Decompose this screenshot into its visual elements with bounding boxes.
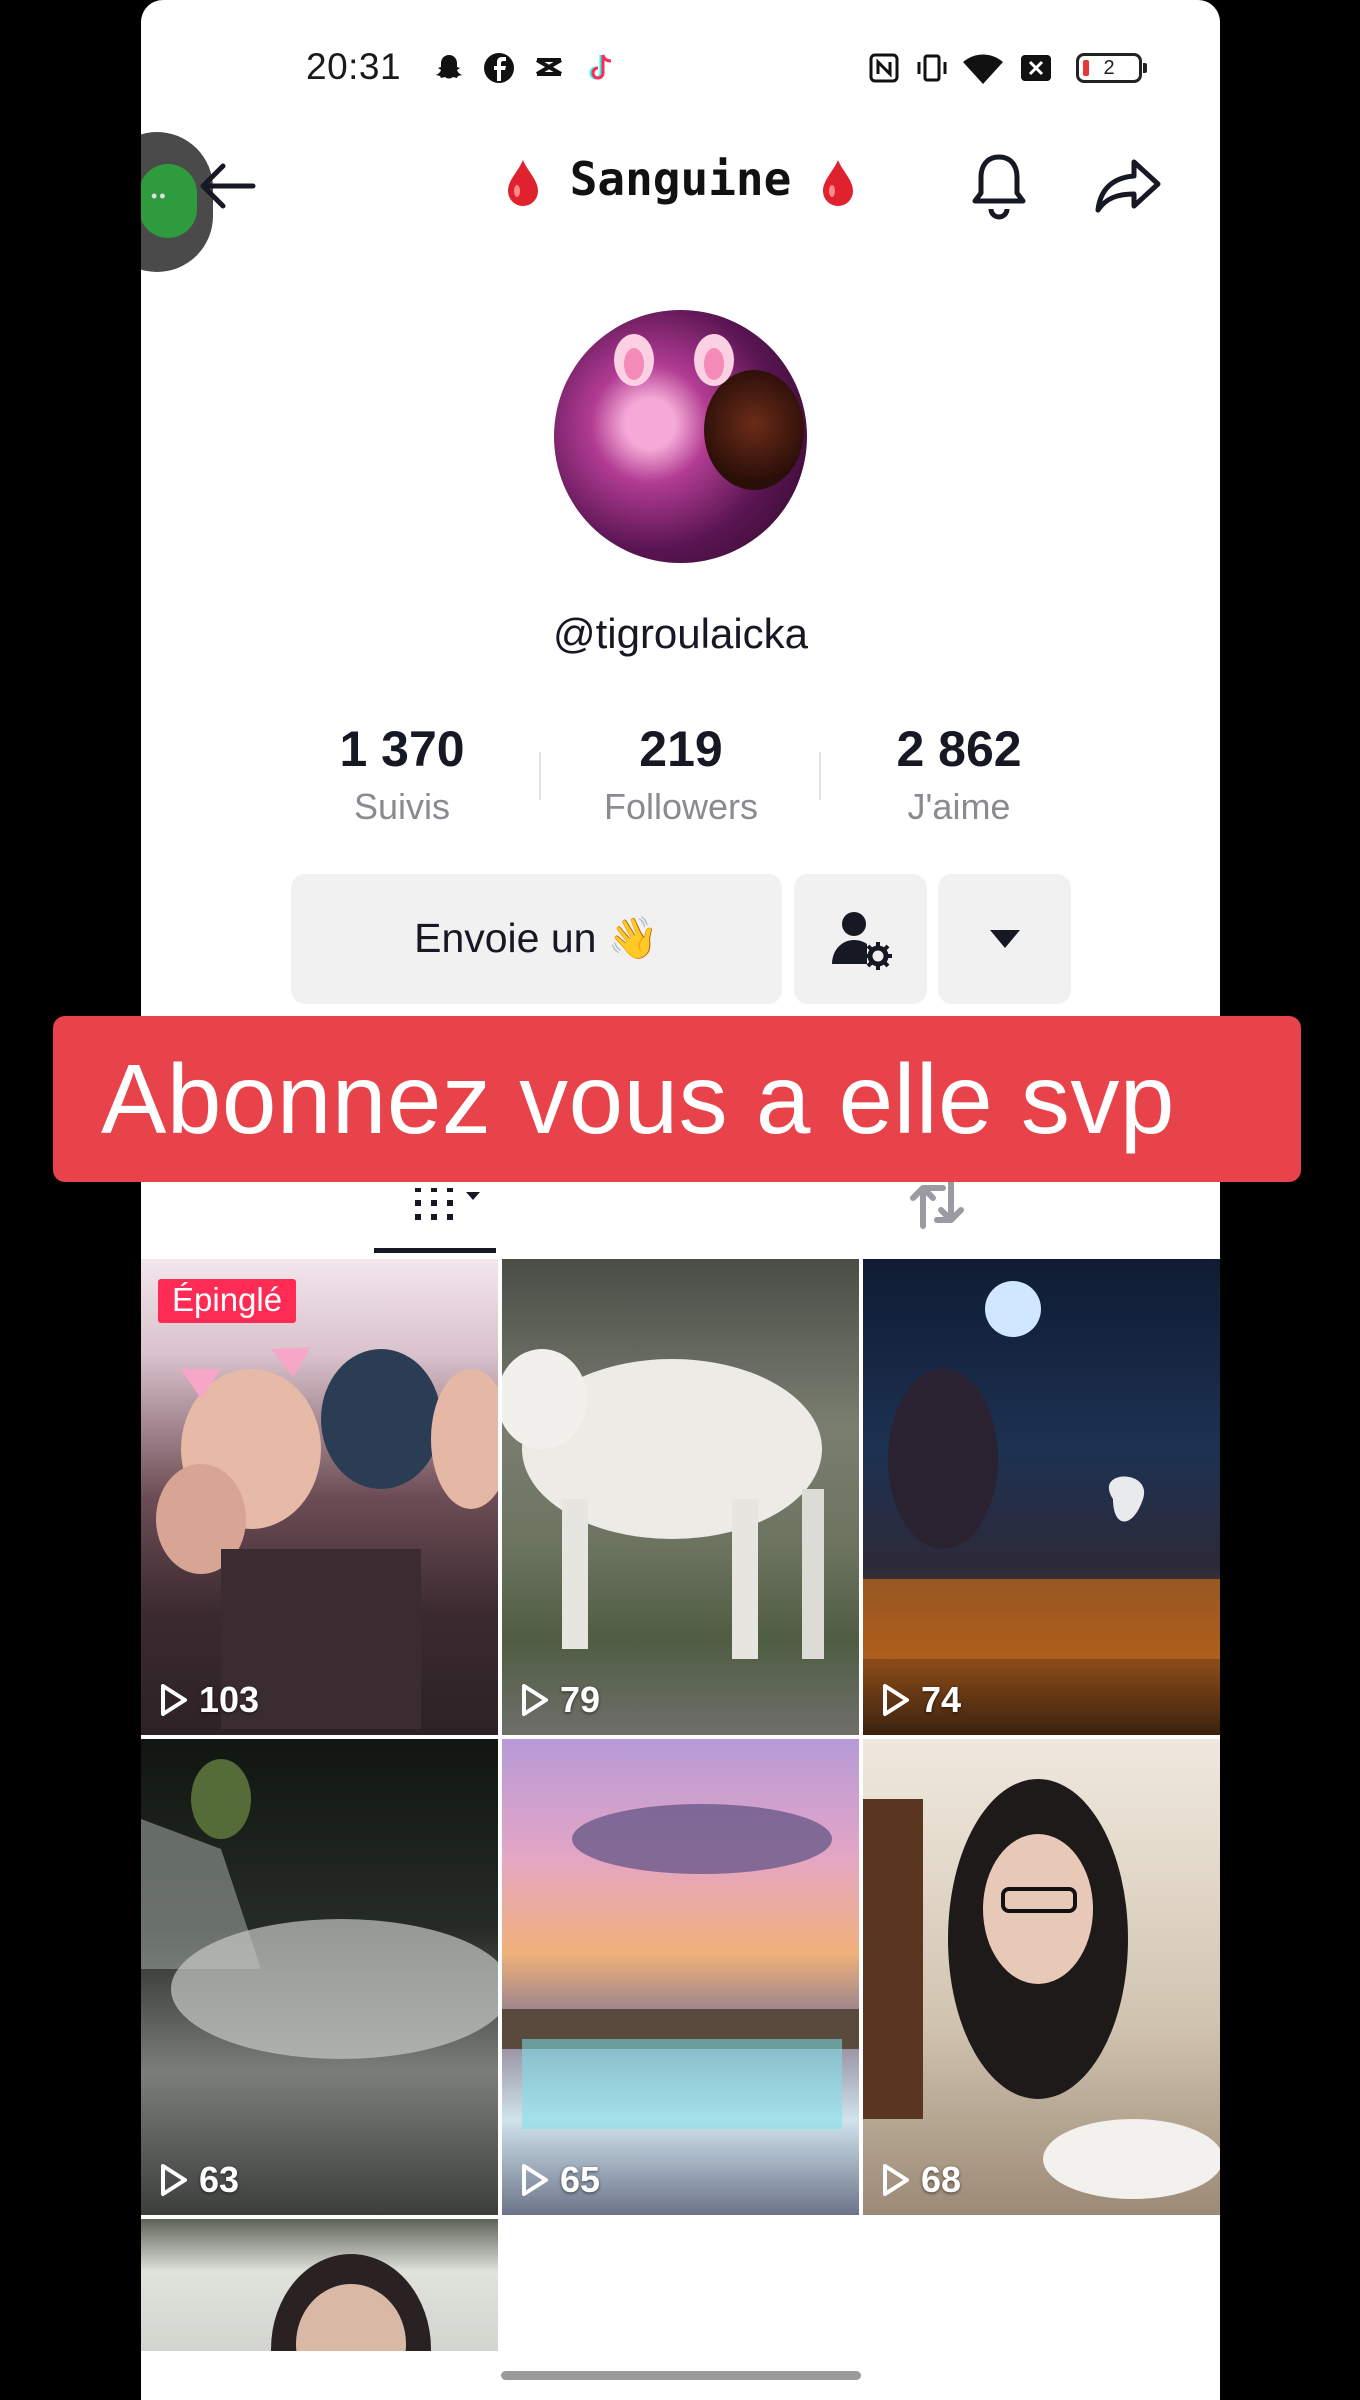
following-count: 1 370 bbox=[339, 721, 465, 777]
view-count-text: 65 bbox=[560, 2159, 601, 2200]
view-count-text: 74 bbox=[921, 1679, 962, 1720]
pinned-badge: Épinglé bbox=[158, 1279, 297, 1323]
username: @tigroulaicka bbox=[552, 610, 809, 657]
wifi-icon bbox=[963, 54, 1003, 84]
tiktok-icon bbox=[589, 54, 612, 80]
status-time: 20:31 bbox=[306, 46, 402, 87]
play-icon bbox=[522, 1684, 548, 1716]
user-settings-icon bbox=[831, 912, 892, 970]
grid-icon bbox=[415, 1188, 480, 1220]
status-bar: 20:31 2 bbox=[141, 40, 1220, 96]
stat-divider bbox=[539, 752, 541, 800]
play-icon bbox=[522, 2164, 548, 2196]
view-count-text: 63 bbox=[199, 2159, 240, 2200]
likes-count: 2 862 bbox=[896, 721, 1022, 777]
repost-icon bbox=[910, 1179, 964, 1229]
view-count-text: 79 bbox=[560, 1679, 601, 1720]
view-count-text: 103 bbox=[199, 1679, 260, 1720]
video-tile[interactable]: 79 bbox=[502, 1259, 859, 1735]
video-tile[interactable]: 65 bbox=[502, 1739, 859, 2215]
add-friend-button[interactable] bbox=[794, 874, 927, 1004]
share-icon bbox=[1095, 159, 1161, 213]
video-tile[interactable]: Épinglé 103 bbox=[141, 1259, 498, 1735]
view-count: 65 bbox=[520, 2159, 600, 2201]
view-count: 74 bbox=[881, 1679, 961, 1721]
phone-screen: 20:31 2 Sanguine @tigroulaicka 1 370 Sui… bbox=[141, 0, 1220, 2400]
message-button[interactable]: Envoie un 👋 bbox=[291, 874, 782, 1004]
video-tile[interactable]: 68 bbox=[863, 1739, 1220, 2215]
message-button-label: Envoie un 👋 bbox=[414, 915, 659, 961]
bell-icon bbox=[972, 154, 1026, 220]
view-count-text: 68 bbox=[921, 2159, 962, 2200]
stat-likes[interactable]: 2 862 J'aime bbox=[829, 720, 1089, 828]
view-count: 68 bbox=[881, 2159, 961, 2201]
stat-followers[interactable]: 219 Followers bbox=[551, 720, 811, 828]
video-tile[interactable] bbox=[141, 2219, 498, 2351]
title-text: Sanguine bbox=[569, 152, 792, 206]
caret-down-icon bbox=[989, 930, 1020, 948]
followers-count: 219 bbox=[639, 721, 723, 777]
share-button[interactable] bbox=[1089, 146, 1169, 226]
stat-divider bbox=[819, 752, 821, 800]
blood-drop-icon bbox=[822, 159, 853, 206]
view-count: 63 bbox=[159, 2159, 239, 2201]
play-icon bbox=[883, 2164, 909, 2196]
stat-following[interactable]: 1 370 Suivis bbox=[272, 720, 532, 828]
video-tile[interactable]: 63 bbox=[141, 1739, 498, 2215]
notifications-button[interactable] bbox=[959, 146, 1039, 226]
play-icon bbox=[161, 1684, 187, 1716]
following-label: Suivis bbox=[353, 786, 451, 827]
likes-label: J'aime bbox=[907, 786, 1011, 827]
caption-text: Abonnez vous a elle svp bbox=[101, 1043, 1175, 1154]
blood-drop-icon bbox=[508, 159, 539, 206]
no-sim-icon bbox=[1021, 55, 1051, 81]
view-count: 103 bbox=[159, 1679, 259, 1721]
battery-icon: 2 bbox=[1076, 53, 1147, 83]
caption-banner: Abonnez vous a elle svp bbox=[53, 1016, 1301, 1182]
video-tile[interactable]: 74 bbox=[863, 1259, 1220, 1735]
play-icon bbox=[161, 2164, 187, 2196]
page-title: Sanguine bbox=[141, 152, 1220, 208]
avatar[interactable] bbox=[554, 310, 807, 563]
snapchat-icon bbox=[436, 55, 462, 79]
more-button[interactable] bbox=[938, 874, 1071, 1004]
active-tab-indicator bbox=[374, 1248, 496, 1253]
nfc-icon bbox=[869, 53, 899, 83]
play-icon bbox=[883, 1684, 909, 1716]
capcut-icon bbox=[535, 58, 563, 76]
home-indicator[interactable] bbox=[501, 2371, 861, 2380]
facebook-icon bbox=[484, 53, 514, 83]
followers-label: Followers bbox=[603, 786, 759, 827]
vibrate-icon bbox=[917, 54, 947, 82]
view-count: 79 bbox=[520, 1679, 600, 1721]
